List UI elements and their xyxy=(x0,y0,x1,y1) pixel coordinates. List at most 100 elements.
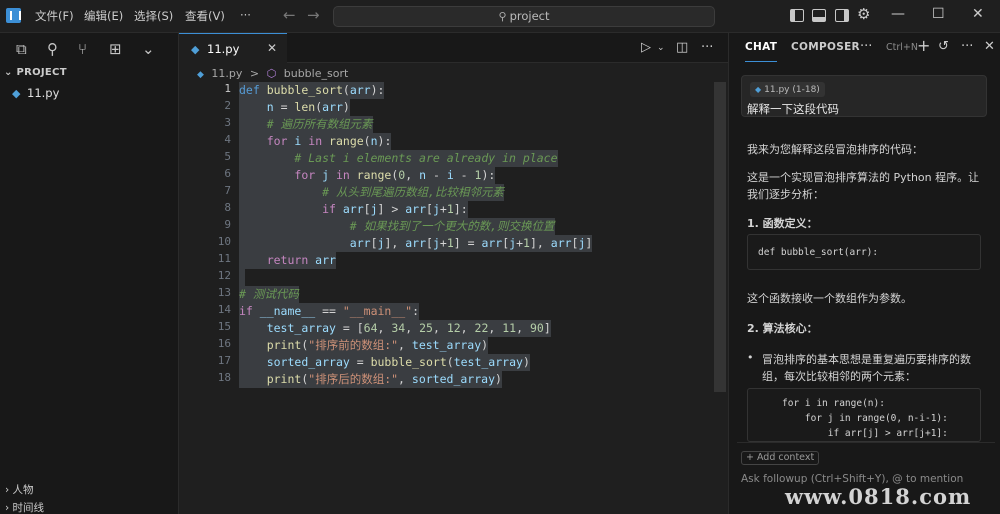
line-number: 16 xyxy=(217,337,231,350)
code-token: __name__ xyxy=(259,304,316,318)
history-icon[interactable]: ↺ xyxy=(938,39,949,54)
breadcrumb-file[interactable]: 11.py xyxy=(211,67,242,80)
menu-file[interactable]: 文件(F) xyxy=(35,8,74,24)
code-line[interactable]: # 测试代码 xyxy=(239,286,299,303)
section-heading-2: 2. 算法核心： xyxy=(747,322,818,335)
file-item[interactable]: ◆ 11.py xyxy=(0,83,178,103)
code-token: arr xyxy=(349,236,371,250)
split-editor-icon[interactable]: ◫ xyxy=(676,40,688,55)
breadcrumb-symbol[interactable]: bubble_sort xyxy=(284,67,349,80)
assistant-intro: 我来为您解释这段冒泡排序的代码： xyxy=(747,143,923,156)
more-icon[interactable]: ··· xyxy=(961,39,973,54)
more-icon[interactable]: ··· xyxy=(860,39,872,54)
code-block-line: if arr[j] > arr[j+1]: xyxy=(782,428,948,439)
code-token: ] = xyxy=(453,236,482,250)
close-icon[interactable]: ✕ xyxy=(984,39,995,54)
line-number: 3 xyxy=(224,116,231,129)
code-line[interactable]: for j in range(0, n - i - 1): xyxy=(239,167,496,184)
code-token: 11 xyxy=(502,321,517,335)
code-line[interactable]: # Last i elements are already in place xyxy=(239,150,558,167)
section-people[interactable]: › 人物 xyxy=(5,482,34,497)
code-line[interactable]: n = len(arr) xyxy=(239,99,350,116)
code-line[interactable]: def bubble_sort(arr): xyxy=(239,82,385,99)
source-control-icon[interactable]: ⑂ xyxy=(78,40,87,58)
menu-selection[interactable]: 选择(S) xyxy=(134,8,173,24)
minimize-icon[interactable]: — xyxy=(891,6,905,22)
code-token: , xyxy=(405,168,420,182)
code-token: print xyxy=(266,338,302,352)
code-line[interactable]: print("排序前的数组:", test_array) xyxy=(239,337,489,354)
code-line[interactable]: for i in range(n): xyxy=(239,133,392,150)
code-line[interactable]: if arr[j] > arr[j+1]: xyxy=(239,201,468,218)
bullet-icon: • xyxy=(747,351,754,364)
toggle-secondary-sidebar-icon[interactable] xyxy=(835,9,849,22)
line-number: 4 xyxy=(224,133,231,146)
code-token: ) xyxy=(522,355,530,369)
section-timeline-label: 时间线 xyxy=(12,502,45,514)
chevron-down-icon[interactable]: ⌄ xyxy=(142,40,155,58)
more-actions-icon[interactable]: ··· xyxy=(701,40,713,55)
code-token: , xyxy=(398,372,412,386)
project-section-header[interactable]: ⌄ PROJECT xyxy=(4,67,67,78)
files-icon[interactable]: ⧉ xyxy=(16,40,27,58)
back-arrow-icon[interactable]: ← xyxy=(283,6,296,24)
assistant-description: 这是一个实现冒泡排序算法的 Python 程序。让我们逐步分析： xyxy=(747,171,980,201)
chevron-down-icon[interactable]: ⌄ xyxy=(657,43,665,53)
close-window-icon[interactable]: ✕ xyxy=(972,6,984,22)
code-token: 25 xyxy=(419,321,433,335)
gear-icon[interactable]: ⚙ xyxy=(857,5,870,23)
symbol-method-icon: ⬡ xyxy=(266,67,277,80)
editor-tab[interactable]: ◆ 11.py ✕ xyxy=(179,33,287,63)
maximize-icon[interactable]: ☐ xyxy=(932,6,945,22)
code-token: , xyxy=(516,321,530,335)
code-line[interactable] xyxy=(239,269,245,286)
line-number: 8 xyxy=(224,201,231,214)
line-number: 17 xyxy=(217,354,231,367)
code-token: + xyxy=(439,236,447,250)
code-token: [ xyxy=(426,202,433,216)
code-token: n xyxy=(266,100,274,114)
code-line[interactable]: # 遍历所有数组元素 xyxy=(239,116,373,133)
toggle-sidebar-icon[interactable] xyxy=(790,9,804,22)
new-chat-shortcut: Ctrl+N xyxy=(886,42,918,53)
close-icon[interactable]: ✕ xyxy=(267,41,277,55)
code-token: , xyxy=(432,321,447,335)
forward-arrow-icon[interactable]: → xyxy=(307,6,320,24)
code-line[interactable]: arr[j], arr[j+1] = arr[j+1], arr[j] xyxy=(239,235,593,252)
code-token: 90 xyxy=(529,321,544,335)
menu-more[interactable]: ··· xyxy=(240,8,251,22)
context-chip[interactable]: ◆ 11.py (1-18) xyxy=(750,82,825,97)
code-token: , xyxy=(488,321,503,335)
run-icon[interactable]: ▷ xyxy=(641,40,651,55)
code-line[interactable]: # 如果找到了一个更大的数,则交换位置 xyxy=(239,218,555,235)
code-line[interactable]: if __name__ == "__main__": xyxy=(239,303,420,320)
code-token: bubble_sort xyxy=(266,83,343,97)
plus-icon[interactable]: + xyxy=(917,36,930,55)
extensions-icon[interactable]: ⊞ xyxy=(109,40,122,58)
section-timeline[interactable]: › 时间线 xyxy=(5,500,44,514)
code-token: in xyxy=(329,168,357,182)
add-context-button[interactable]: + Add context xyxy=(741,451,820,465)
code-line[interactable]: # 从头到尾遍历数组,比较相邻元素 xyxy=(239,184,504,201)
tab-composer[interactable]: COMPOSER xyxy=(791,41,860,53)
code-line[interactable]: test_array = [64, 34, 25, 12, 22, 11, 90… xyxy=(239,320,551,337)
menu-edit[interactable]: 编辑(E) xyxy=(84,8,123,24)
code-line[interactable]: print("排序后的数组:", sorted_array) xyxy=(239,371,502,388)
tab-chat[interactable]: CHAT xyxy=(745,41,778,62)
code-token: , xyxy=(377,321,392,335)
menu-view[interactable]: 查看(V) xyxy=(185,8,225,24)
search-icon[interactable]: ⚲ xyxy=(47,40,58,58)
toggle-panel-icon[interactable] xyxy=(812,9,826,22)
line-number: 13 xyxy=(217,286,231,299)
code-line[interactable]: sorted_array = bubble_sort(test_array) xyxy=(239,354,530,371)
code-token: j xyxy=(322,168,330,182)
editor-scrollbar[interactable] xyxy=(714,82,726,392)
command-search[interactable]: ⚲ project xyxy=(333,6,715,27)
code-line[interactable]: return arr xyxy=(239,252,336,269)
line-number: 11 xyxy=(217,252,231,265)
code-token: arr xyxy=(349,83,371,97)
code-token: j xyxy=(370,202,378,216)
